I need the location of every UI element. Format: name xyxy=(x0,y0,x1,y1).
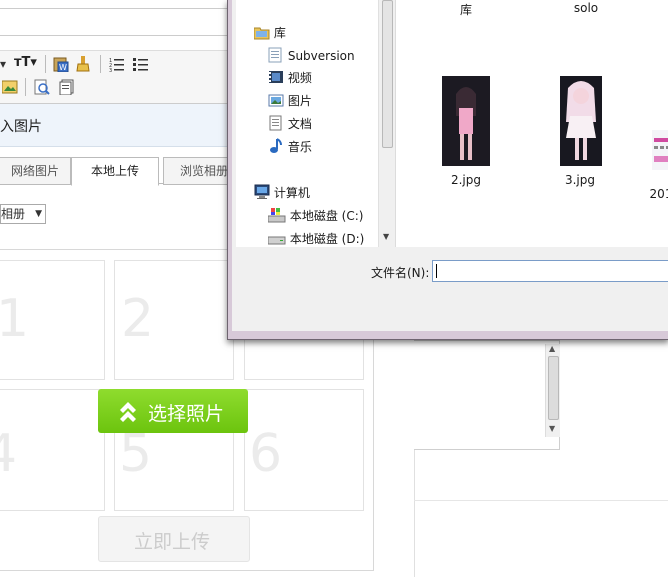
svg-text:3: 3 xyxy=(109,68,112,72)
divider xyxy=(414,500,668,501)
scroll-down-icon[interactable]: ▼ xyxy=(549,424,555,433)
album-select[interactable]: 相册 ▼ xyxy=(0,204,46,224)
nav-item-label: 音乐 xyxy=(287,140,312,154)
unordered-list-icon[interactable] xyxy=(133,56,149,72)
nav-item-computer[interactable]: 计算机 xyxy=(254,182,310,204)
chevron-down-icon: ▼ xyxy=(35,209,42,219)
toolbar-separator xyxy=(45,55,46,73)
navigation-scrollbar[interactable]: ▼ xyxy=(378,0,395,247)
upload-now-button[interactable]: 立即上传 xyxy=(98,516,250,562)
template-icon[interactable] xyxy=(59,79,75,95)
paste-word-icon[interactable]: W xyxy=(53,56,69,72)
upload-now-label: 立即上传 xyxy=(134,531,211,553)
nav-item-pictures[interactable]: 图片 xyxy=(268,90,312,112)
preview-icon[interactable] xyxy=(34,79,50,95)
image-thumbnail xyxy=(560,76,602,166)
file-name: 3.jpg xyxy=(564,173,596,187)
slot-number: 4 xyxy=(0,424,18,484)
music-library-icon xyxy=(270,138,282,153)
scroll-thumb[interactable] xyxy=(382,0,393,148)
text-area-box[interactable] xyxy=(414,340,560,450)
file-item-library[interactable]: 库 xyxy=(436,1,496,18)
insert-image-icon[interactable] xyxy=(2,79,18,95)
nav-item-subversion[interactable]: Subversion xyxy=(268,45,355,67)
file-name: 201 xyxy=(649,187,668,201)
format-brush-icon[interactable] xyxy=(75,55,91,73)
nav-item-label: 计算机 xyxy=(273,186,310,200)
scroll-thumb[interactable] xyxy=(548,356,559,420)
nav-item-label: 文档 xyxy=(287,117,312,131)
windows-drive-icon xyxy=(267,208,286,223)
nav-item-videos[interactable]: 视频 xyxy=(268,67,312,89)
dialog-title: 入图片 xyxy=(0,119,42,135)
file-open-dialog: 库 Subversion 视频 图片 文档 音乐 计算机 本地磁盘 (C:) 本… xyxy=(227,0,668,340)
file-name: 2.jpg xyxy=(450,173,482,187)
toolbar-separator xyxy=(100,55,101,73)
slot-number: 5 xyxy=(119,424,153,484)
nav-item-label: 本地磁盘 (D:) xyxy=(289,232,365,246)
filename-input[interactable] xyxy=(432,260,668,282)
file-list-pane: 库 solo 2.jpg 3.jpg 20 xyxy=(395,0,668,247)
pictures-library-icon xyxy=(268,94,284,107)
nav-item-music[interactable]: 音乐 xyxy=(268,136,312,158)
nav-item-label: 库 xyxy=(273,26,286,40)
font-size-icon[interactable]: ᴛT▾ xyxy=(14,55,37,70)
photo-slot: 1 xyxy=(0,260,105,380)
ordered-list-icon[interactable]: 123 xyxy=(109,56,125,72)
tab-local-upload[interactable]: 本地上传 xyxy=(71,157,159,186)
nav-item-label: 本地磁盘 (C:) xyxy=(289,209,364,223)
nav-item-label: 图片 xyxy=(287,94,312,108)
filename-label: 文件名(N): xyxy=(371,266,430,280)
file-item-solo[interactable]: solo xyxy=(556,1,616,15)
album-select-value: 相册 xyxy=(1,207,26,221)
slot-number: 2 xyxy=(121,289,155,349)
image-thumbnail xyxy=(652,130,668,170)
nav-item-label: Subversion xyxy=(287,49,355,63)
tab-network-image[interactable]: 网络图片 xyxy=(0,157,71,185)
subversion-library-icon xyxy=(268,47,282,63)
slot-number: 6 xyxy=(249,424,283,484)
text-caret xyxy=(436,264,437,278)
dialog-body: 库 Subversion 视频 图片 文档 音乐 计算机 本地磁盘 (C:) 本… xyxy=(232,0,668,331)
photo-slot: 4 xyxy=(0,389,105,511)
image-thumbnail xyxy=(442,76,490,166)
nav-item-library[interactable]: 库 xyxy=(253,22,286,44)
scroll-up-icon[interactable]: ▲ xyxy=(549,344,555,353)
drive-icon xyxy=(267,236,286,245)
photo-slot: 2 xyxy=(114,260,234,380)
nav-item-drive-c[interactable]: 本地磁盘 (C:) xyxy=(267,205,364,227)
nav-item-label: 视频 xyxy=(287,71,312,85)
toolbar-separator xyxy=(25,78,26,96)
double-chevron-up-icon xyxy=(120,402,136,422)
documents-library-icon xyxy=(269,115,282,131)
computer-icon xyxy=(254,184,270,199)
svg-text:W: W xyxy=(59,63,67,72)
dropdown-arrow-icon[interactable]: ▾ xyxy=(0,57,6,71)
slot-number: 1 xyxy=(0,289,30,349)
video-library-icon xyxy=(269,71,283,83)
navigation-pane: 库 Subversion 视频 图片 文档 音乐 计算机 本地磁盘 (C:) 本… xyxy=(236,0,378,247)
photo-slot: 6 xyxy=(244,389,364,511)
choose-photo-button[interactable]: 选择照片 xyxy=(98,389,248,433)
nav-item-documents[interactable]: 文档 xyxy=(268,113,312,135)
choose-photo-label: 选择照片 xyxy=(148,403,225,425)
textarea-scrollbar[interactable]: ▲ ▼ xyxy=(545,344,560,437)
scroll-down-icon[interactable]: ▼ xyxy=(383,232,389,241)
nav-item-drive-d[interactable]: 本地磁盘 (D:) xyxy=(267,228,365,250)
library-icon xyxy=(253,27,270,40)
